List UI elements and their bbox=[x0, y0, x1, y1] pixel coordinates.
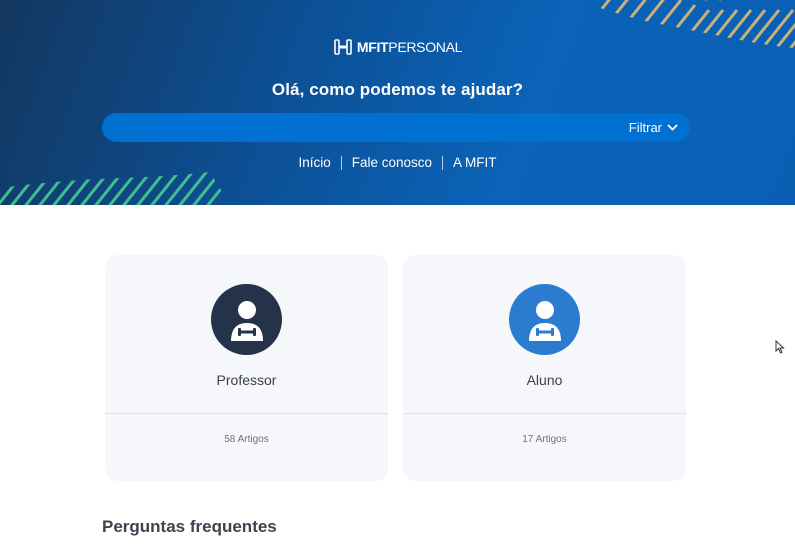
nav-link-inicio[interactable]: Início bbox=[288, 155, 340, 170]
search-bar[interactable]: Filtrar bbox=[102, 113, 690, 144]
filter-label: Filtrar bbox=[628, 120, 662, 135]
article-count: 17 Artigos bbox=[522, 434, 567, 445]
nav-link-a-mfit[interactable]: A MFIT bbox=[443, 155, 507, 170]
category-card-aluno[interactable]: Aluno 17 Artigos bbox=[403, 255, 686, 481]
decorative-stripes bbox=[0, 0, 795, 205]
category-title: Professor bbox=[216, 372, 277, 388]
brand-logo[interactable]: MFITPERSONAL bbox=[0, 36, 795, 58]
article-count: 58 Artigos bbox=[224, 434, 269, 445]
page-title: Olá, como podemos te ajudar? bbox=[271, 80, 524, 99]
card-divider bbox=[105, 413, 388, 414]
trainer-avatar-icon bbox=[211, 284, 282, 355]
card-divider bbox=[403, 413, 686, 414]
student-avatar-icon bbox=[509, 284, 580, 355]
search-input[interactable] bbox=[116, 113, 600, 144]
brand-wordmark: MFITPERSONAL bbox=[356, 39, 463, 55]
faq-section-title: Perguntas frequentes bbox=[102, 517, 277, 536]
mouse-cursor-icon bbox=[775, 340, 785, 354]
chevron-down-icon bbox=[667, 124, 678, 131]
hero-banner: MFITPERSONAL Olá, como podemos te ajudar… bbox=[0, 0, 795, 205]
nav-link-fale-conosco[interactable]: Fale conosco bbox=[342, 155, 442, 170]
category-title: Aluno bbox=[526, 372, 563, 388]
category-card-professor[interactable]: Professor 58 Artigos bbox=[105, 255, 388, 481]
top-nav: Início Fale conosco A MFIT bbox=[0, 155, 795, 170]
dumbbell-logo-icon bbox=[333, 37, 353, 57]
filter-dropdown[interactable]: Filtrar bbox=[629, 113, 678, 142]
